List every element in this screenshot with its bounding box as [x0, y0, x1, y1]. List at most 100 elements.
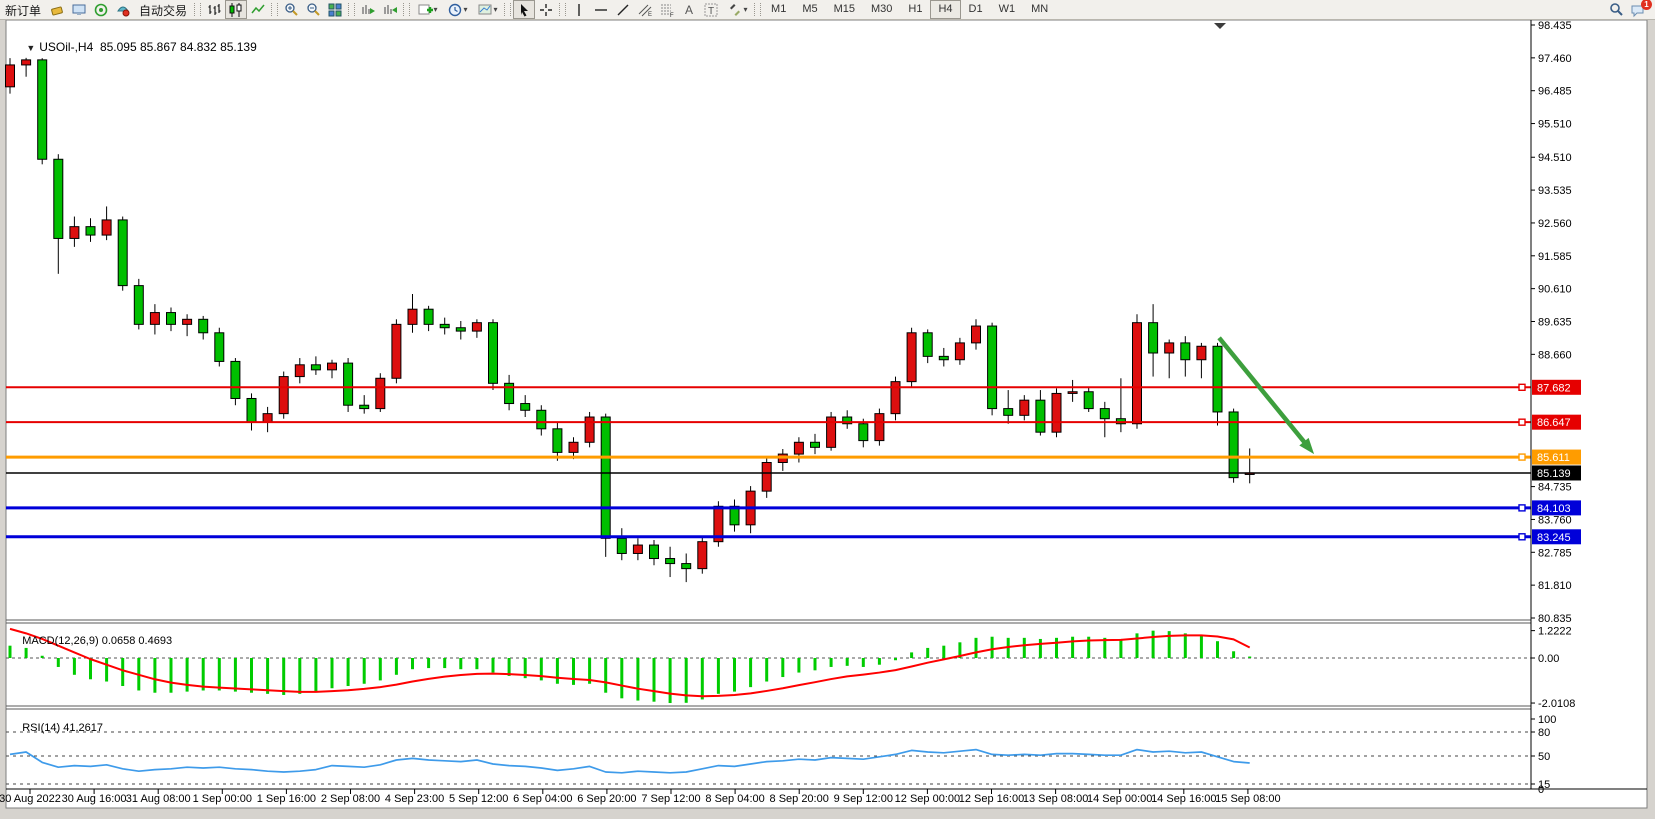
candle-up [472, 323, 481, 331]
timeframe-button-H1[interactable]: H1 [900, 0, 930, 19]
autotrade-icon[interactable] [112, 0, 134, 19]
zoom-out-icon[interactable] [302, 0, 324, 19]
timeframe-button-H4[interactable]: H4 [930, 0, 960, 19]
macd-histogram-bar [250, 658, 253, 693]
auto-trading-button[interactable]: 自动交易 [134, 1, 192, 18]
candle-down [682, 564, 691, 569]
chart-title: ▼USOil-,H4 85.095 85.867 84.832 85.139 [13, 26, 257, 68]
timeframe-button-M15[interactable]: M15 [826, 0, 863, 19]
macd-histogram-bar [121, 658, 124, 686]
time-axis-label: 30 Aug 2022 [0, 793, 61, 805]
macd-histogram-bar [298, 658, 301, 694]
bar-chart-icon[interactable] [203, 0, 225, 19]
candle-down [167, 313, 176, 325]
svg-text:A: A [685, 3, 693, 17]
collapse-arrow-icon[interactable]: ▼ [26, 43, 35, 53]
timeframe-button-M1[interactable]: M1 [763, 0, 794, 19]
time-axis-label: 12 Sep 00:00 [895, 793, 960, 805]
text-icon[interactable]: A [678, 0, 700, 19]
price-label-text: 85.139 [1537, 468, 1571, 480]
line-handle[interactable] [1519, 454, 1525, 460]
candle-up [762, 463, 771, 492]
rsi-tick-label: 100 [1538, 714, 1556, 726]
line-handle[interactable] [1519, 534, 1525, 540]
macd-histogram-bar [1071, 637, 1074, 658]
candle-up [263, 414, 272, 422]
price-label-text: 84.103 [1537, 503, 1571, 515]
candle-down [1181, 343, 1190, 360]
price-chart[interactable]: 98.43597.46096.48595.51094.51093.53592.5… [0, 0, 1655, 819]
timeframe-button-M5[interactable]: M5 [794, 0, 825, 19]
candle-down [1149, 323, 1158, 353]
candle-down [456, 328, 465, 331]
candle-up [1068, 392, 1077, 394]
signal-icon[interactable] [90, 0, 112, 19]
macd-histogram-bar [1023, 638, 1026, 658]
macd-histogram-bar [797, 658, 800, 673]
price-tick-label: 94.510 [1538, 152, 1572, 164]
shift-end-icon[interactable] [357, 0, 379, 19]
add-indicator-icon[interactable]: ▾ [412, 0, 442, 19]
price-tick-label: 82.785 [1538, 547, 1572, 559]
svg-text:E: E [648, 12, 652, 18]
line-handle[interactable] [1519, 419, 1525, 425]
macd-histogram-bar [910, 652, 913, 658]
shift-indent-icon[interactable] [379, 0, 401, 19]
candlestick-chart-icon[interactable] [225, 0, 247, 19]
shapes-icon[interactable]: ▾ [722, 0, 752, 19]
template-icon[interactable]: ▾ [472, 0, 502, 19]
vertical-line-icon[interactable] [568, 0, 590, 19]
horizontal-line-icon[interactable] [590, 0, 612, 19]
label-icon[interactable]: T [700, 0, 722, 19]
macd-histogram-bar [57, 658, 60, 667]
zoom-in-icon[interactable] [280, 0, 302, 19]
cursor-icon[interactable] [513, 0, 535, 19]
timeframe-button-MN[interactable]: MN [1023, 0, 1056, 19]
periods-icon[interactable]: ▾ [442, 0, 472, 19]
candle-down [118, 220, 127, 286]
candle-down [553, 429, 562, 453]
line-chart-icon[interactable] [247, 0, 269, 19]
tile-windows-icon[interactable] [324, 0, 346, 19]
rsi-name: RSI(14) [22, 722, 60, 734]
line-handle[interactable] [1519, 384, 1525, 390]
timeframe-button-M30[interactable]: M30 [863, 0, 900, 19]
macd-histogram-bar [781, 658, 784, 677]
time-axis-label: 8 Sep 04:00 [705, 793, 764, 805]
macd-histogram-bar [1216, 641, 1219, 658]
timeframe-button-D1[interactable]: D1 [961, 0, 991, 19]
channel-icon[interactable]: E [634, 0, 656, 19]
candle-down [38, 60, 47, 159]
trendline-icon[interactable] [612, 0, 634, 19]
candle-up [279, 377, 288, 414]
fibonacci-icon[interactable]: F [656, 0, 678, 19]
candle-down [1004, 409, 1013, 416]
candle-up [875, 414, 884, 441]
macd-histogram-bar [572, 658, 575, 685]
macd-name: MACD(12,26,9) [22, 635, 98, 647]
time-axis-label: 31 Aug 08:00 [126, 793, 191, 805]
macd-histogram-bar [846, 658, 849, 666]
dropdown-arrow-icon: ▾ [494, 5, 498, 14]
crosshair-icon[interactable] [535, 0, 557, 19]
macd-histogram-bar [862, 658, 865, 667]
toolbar-grip [504, 3, 511, 16]
charts-icon[interactable] [46, 0, 68, 19]
time-axis-label: 8 Sep 20:00 [770, 793, 829, 805]
price-tick-label: 83.760 [1538, 514, 1572, 526]
time-axis-label: 5 Sep 12:00 [449, 793, 508, 805]
candle-down [489, 323, 498, 384]
macd-histogram-bar [1136, 633, 1139, 658]
price-label-text: 83.245 [1537, 532, 1571, 544]
candle-down [86, 227, 95, 235]
timeframe-button-W1[interactable]: W1 [991, 0, 1024, 19]
macd-histogram-bar [379, 658, 382, 680]
new-order-button[interactable]: 新订单 [0, 1, 46, 18]
search-icon[interactable] [1605, 0, 1627, 19]
line-handle[interactable] [1519, 505, 1525, 511]
chat-icon[interactable]: 1 [1627, 0, 1649, 19]
candle-up [794, 442, 803, 454]
price-tick-label: 90.610 [1538, 284, 1572, 296]
terminal-icon[interactable] [68, 0, 90, 19]
time-axis-label: 1 Sep 16:00 [257, 793, 316, 805]
